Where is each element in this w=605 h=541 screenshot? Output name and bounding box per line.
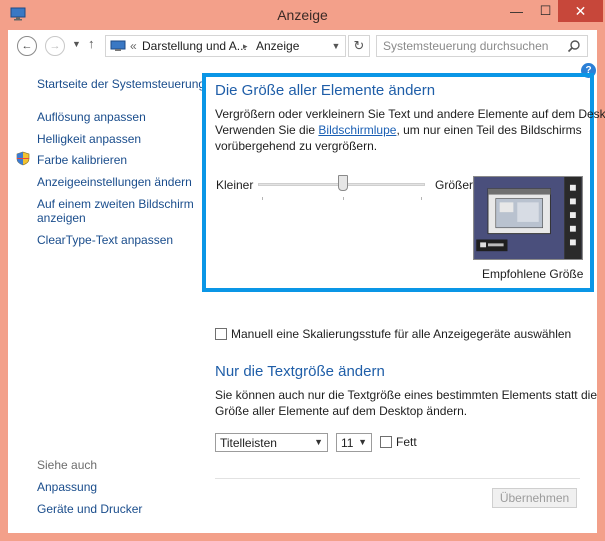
back-button[interactable]: ← [17,36,37,56]
see-also-devices-printers[interactable]: Geräte und Drucker [37,502,142,516]
slider-tick-max [421,197,422,200]
manual-scaling-checkbox[interactable] [215,328,227,340]
sidebar-item-second-screen-cont[interactable]: anzeigen [37,211,86,225]
slider-max-label: Größer [435,178,474,192]
navigation-bar: ← → ▼ ↑ « Darstellung und A... ▸ Anzeige… [8,30,597,62]
sidebar-item-brightness[interactable]: Helligkeit anpassen [37,132,141,146]
section-heading-text-size: Nur die Textgröße ändern [215,363,385,380]
chevron-down-icon: ▼ [314,437,323,447]
slider-tick-mid [343,197,344,200]
sidebar-home-link[interactable]: Startseite der Systemsteuerung [37,77,205,91]
size-description-line1: Vergrößern oder verkleinern Sie Text und… [215,107,605,121]
magnifier-link[interactable]: Bildschirmlupe [318,123,396,137]
address-dropdown-icon[interactable]: ▼ [327,36,345,56]
titlebar[interactable]: Anzeige — ☐ ✕ [0,0,605,30]
breadcrumb-overflow[interactable]: « [130,39,137,53]
forward-button[interactable]: → [45,36,65,56]
arrow-left-icon: ← [21,40,33,52]
size-description-line3: vorübergehend zu vergrößern. [215,139,378,153]
window: Anzeige — ☐ ✕ ← → ▼ ↑ « Darstellung und … [0,0,605,541]
maximize-button[interactable]: ☐ [532,0,559,22]
text-size-description-line1: Sie können auch nur die Textgröße eines … [215,388,597,402]
close-button[interactable]: ✕ [558,0,603,22]
search-box[interactable]: Systemsteuerung durchsuchen [376,35,588,57]
preview-caption: Empfohlene Größe [482,267,584,281]
apply-button[interactable]: Übernehmen [492,488,577,508]
breadcrumb-anzeige[interactable]: Anzeige [256,39,299,53]
manual-scaling-label[interactable]: Manuell eine Skalierungsstufe für alle A… [231,327,571,341]
recent-locations-dropdown-icon[interactable]: ▼ [72,39,81,49]
chevron-down-icon: ▼ [358,437,367,447]
sidebar-item-calibrate-color[interactable]: Farbe kalibrieren [37,153,127,167]
sidebar-item-cleartype[interactable]: ClearType-Text anpassen [37,233,173,247]
font-size-select-value: 11 [341,436,354,450]
divider [215,478,580,479]
section-heading-size: Die Größe aller Elemente ändern [215,82,436,99]
shield-icon [16,151,30,166]
bold-checkbox[interactable] [380,436,392,448]
text-size-description-line2: Größe aller Elemente auf dem Desktop änd… [215,404,468,418]
sidebar-item-display-settings[interactable]: Anzeigeeinstellungen ändern [37,175,192,189]
minimize-button[interactable]: — [503,0,530,22]
see-also-heading: Siehe auch [37,458,98,472]
desc-text-pre: Verwenden Sie die [215,123,319,137]
control-panel-icon [110,40,126,51]
element-select[interactable]: Titelleisten ▼ [215,433,328,452]
address-bar[interactable]: « Darstellung und A... ▸ Anzeige [105,35,346,57]
font-size-select[interactable]: 11 ▼ [336,433,372,452]
element-select-value: Titelleisten [220,436,277,450]
desc-text-post: , um nur einen Teil des Bildschirms [396,123,582,137]
size-description-line2: Verwenden Sie die Bildschirmlupe, um nur… [215,122,582,138]
slider-min-label: Kleiner [216,178,254,192]
refresh-button[interactable]: ↻ [348,35,370,57]
refresh-icon: ↻ [353,38,365,53]
see-also-personalization[interactable]: Anpassung [37,480,97,494]
slider-tick-min [262,197,263,200]
up-arrow-icon[interactable]: ↑ [88,36,95,51]
bold-label[interactable]: Fett [396,435,417,449]
window-client: ← → ▼ ↑ « Darstellung und A... ▸ Anzeige… [8,30,605,533]
sidebar-item-second-screen[interactable]: Auf einem zweiten Bildschirm [37,197,194,211]
arrow-right-icon: → [49,40,61,52]
search-placeholder: Systemsteuerung durchsuchen [383,39,549,53]
size-slider-thumb[interactable] [338,175,348,191]
breadcrumb-separator-icon[interactable]: ▸ [243,41,248,52]
search-icon[interactable] [567,39,581,53]
size-preview-image [473,176,583,260]
breadcrumb-darstellung[interactable]: Darstellung und A... [142,39,247,53]
sidebar-item-resolution[interactable]: Auflösung anpassen [37,110,146,124]
